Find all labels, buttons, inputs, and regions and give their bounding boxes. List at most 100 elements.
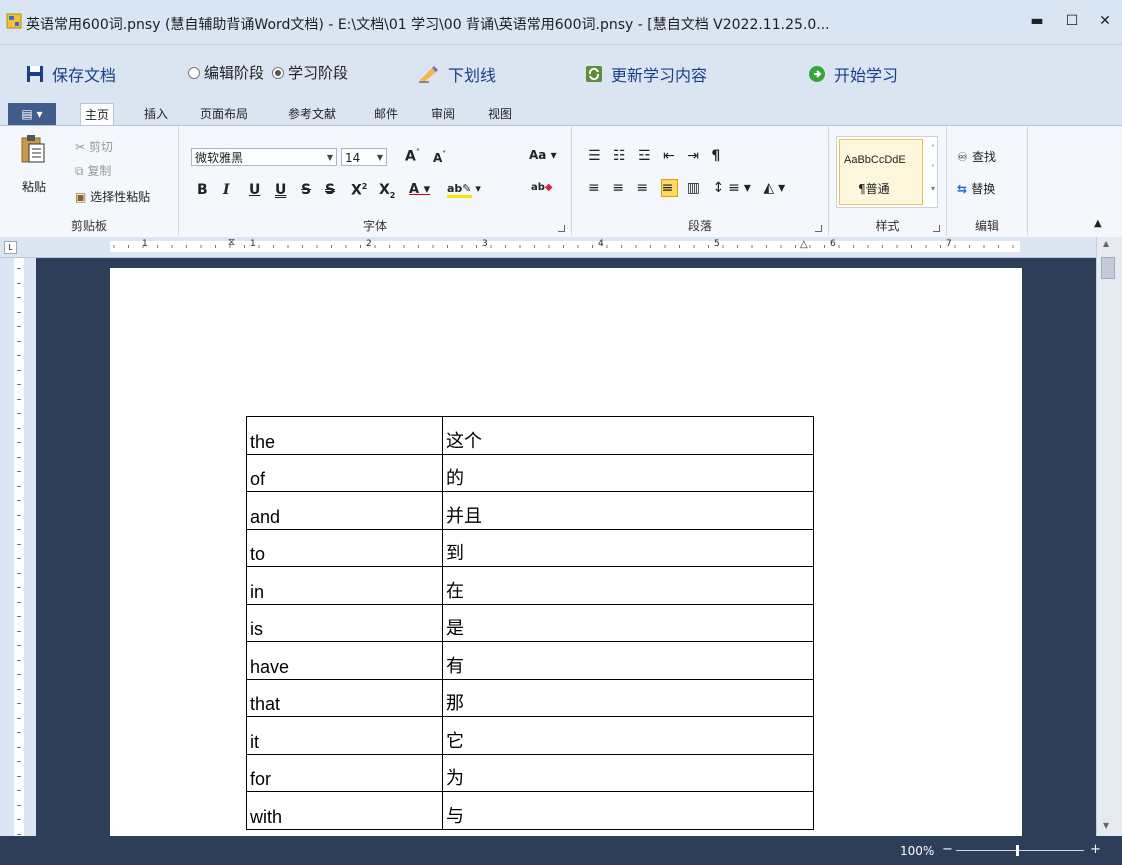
- paste-special-button[interactable]: ▣ 选择性粘贴: [75, 188, 150, 205]
- horizontal-ruler: L 1 1 2 3 4 5 6 7 ⧖ △: [0, 237, 1122, 258]
- italic-button[interactable]: I: [223, 182, 230, 198]
- ruler-mark: 4: [598, 239, 604, 249]
- find-button[interactable]: ♾ 查找: [957, 148, 996, 165]
- replace-button[interactable]: ⇆ 替换: [957, 180, 995, 197]
- double-strikethrough-button[interactable]: S: [325, 182, 335, 198]
- chinese-meaning-cell[interactable]: 这个: [442, 416, 814, 455]
- grow-font-button[interactable]: A˄: [405, 148, 420, 165]
- chinese-meaning-cell[interactable]: 的: [442, 453, 814, 492]
- save-icon: [27, 66, 43, 82]
- tab-mailings[interactable]: 邮件: [370, 103, 402, 125]
- word-table[interactable]: the 这个 of 的 and 并且 to 到 in 在 is 是 have 有 that 那 it 它 for 为 w…: [246, 416, 814, 830]
- align-buttons-row[interactable]: ≡ ≡ ≡ ≡ ▥ ↕≡▾ ◭▾: [588, 179, 790, 197]
- highlight-color-button[interactable]: ab✎ ▾: [447, 182, 481, 198]
- tab-selector[interactable]: L: [4, 241, 17, 254]
- bold-button[interactable]: B: [197, 182, 208, 198]
- shading-icon: ◭▾: [763, 180, 790, 196]
- scroll-thumb[interactable]: [1101, 257, 1115, 279]
- scroll-down-icon[interactable]: ▼: [1103, 821, 1109, 830]
- chinese-meaning-cell[interactable]: 那: [442, 678, 814, 717]
- superscript-button[interactable]: X2: [351, 182, 367, 199]
- font-name-select[interactable]: 微软雅黑 ▼: [191, 148, 337, 166]
- cut-button[interactable]: ✂ 剪切: [75, 138, 113, 155]
- change-case-button[interactable]: Aa ▾: [529, 148, 557, 162]
- font-dialog-launcher[interactable]: [558, 225, 565, 232]
- scroll-up-icon[interactable]: ▲: [1103, 239, 1109, 248]
- replace-label: 替换: [971, 182, 996, 196]
- right-indent-marker[interactable]: △: [800, 239, 808, 250]
- english-word-cell[interactable]: of: [246, 453, 443, 492]
- ruler-mark: 7: [946, 239, 952, 249]
- chinese-meaning-cell[interactable]: 它: [442, 716, 814, 755]
- close-button[interactable]: ✕: [1091, 10, 1119, 32]
- maximize-button[interactable]: ☐: [1058, 10, 1086, 32]
- tab-insert[interactable]: 插入: [140, 103, 172, 125]
- file-menu-button[interactable]: ▤ ▾: [8, 103, 56, 125]
- underline-format-button[interactable]: U: [249, 182, 260, 198]
- update-content-button[interactable]: 更新学习内容: [585, 62, 707, 86]
- english-word-cell[interactable]: for: [246, 753, 443, 792]
- styles-dialog-launcher[interactable]: [933, 225, 940, 232]
- stage-edit-radio[interactable]: [188, 66, 200, 79]
- chinese-meaning-cell[interactable]: 并且: [442, 491, 814, 530]
- zoom-in-button[interactable]: +: [1090, 842, 1101, 857]
- chinese-meaning-cell[interactable]: 是: [442, 603, 814, 642]
- paragraph-dialog-launcher[interactable]: [815, 225, 822, 232]
- style-normal[interactable]: AaBbCcDdE ¶普通: [839, 139, 923, 205]
- chinese-meaning-cell[interactable]: 到: [442, 528, 814, 567]
- list-buttons-row[interactable]: ☰ ☷ ☲ ⇤ ⇥ ¶: [588, 148, 724, 164]
- font-color-button[interactable]: A ▾: [409, 182, 430, 197]
- document-area: the 这个 of 的 and 并且 to 到 in 在 is 是 have 有 that 那 it 它 for 为 w…: [36, 258, 1096, 836]
- shrink-font-button[interactable]: A˅: [433, 150, 446, 165]
- save-document-button[interactable]: 保存文档: [26, 62, 116, 86]
- english-word-cell[interactable]: in: [246, 566, 443, 605]
- chinese-meaning-cell[interactable]: 在: [442, 566, 814, 605]
- subscript-button[interactable]: X2: [379, 182, 395, 200]
- chinese-meaning-cell[interactable]: 为: [442, 753, 814, 792]
- style-normal-label: ¶普通: [858, 182, 890, 196]
- zoom-slider-thumb[interactable]: [1016, 845, 1019, 856]
- paste-special-label: 选择性粘贴: [90, 190, 151, 204]
- start-learning-button[interactable]: 开始学习: [808, 62, 898, 86]
- stage-learn-radio[interactable]: [272, 66, 285, 79]
- chinese-meaning-cell[interactable]: 有: [442, 641, 814, 680]
- ruler-ticks: [113, 245, 1014, 248]
- english-word-cell[interactable]: have: [246, 641, 443, 680]
- minimize-button[interactable]: ▬: [1023, 10, 1051, 32]
- font-group-label: 字体: [362, 219, 387, 233]
- zoom-slider[interactable]: [956, 845, 1084, 856]
- style-gallery-scroll[interactable]: ˄ ˅ ▾: [931, 139, 935, 199]
- english-word-cell[interactable]: the: [246, 416, 443, 455]
- document-page[interactable]: the 这个 of 的 and 并且 to 到 in 在 is 是 have 有 that 那 it 它 for 为 w…: [110, 268, 1022, 836]
- strikethrough-button[interactable]: S: [301, 182, 311, 198]
- english-word-cell[interactable]: to: [246, 528, 443, 567]
- vertical-scrollbar[interactable]: ▲ ▼: [1096, 237, 1122, 836]
- font-name-value: 微软雅黑: [195, 151, 244, 165]
- tab-review[interactable]: 审阅: [427, 103, 459, 125]
- chinese-meaning-cell[interactable]: 与: [442, 791, 814, 830]
- zoom-out-button[interactable]: −: [942, 842, 953, 857]
- start-learning-label: 开始学习: [834, 66, 899, 85]
- ruler-mark: 2: [366, 239, 372, 249]
- indent-marker[interactable]: ⧖: [228, 237, 235, 248]
- english-word-cell[interactable]: it: [246, 716, 443, 755]
- copy-button[interactable]: ⧉ 复制: [75, 162, 111, 179]
- font-size-select[interactable]: 14 ▼: [341, 148, 387, 166]
- tab-home[interactable]: 主页: [80, 103, 115, 126]
- stage-learn-label: 学习阶段: [288, 64, 349, 82]
- tab-page-layout[interactable]: 页面布局: [196, 103, 252, 125]
- english-word-cell[interactable]: is: [246, 603, 443, 642]
- tab-view[interactable]: 视图: [484, 103, 516, 125]
- window-title: 英语常用600词.pnsy (慧自辅助背诵Word文档) - E:\文档\01 …: [26, 17, 830, 33]
- english-word-cell[interactable]: that: [246, 678, 443, 717]
- underline-button[interactable]: 下划线: [418, 62, 496, 86]
- english-word-cell[interactable]: and: [246, 491, 443, 530]
- english-word-cell[interactable]: with: [246, 791, 443, 830]
- tab-references[interactable]: 参考文献: [284, 103, 340, 125]
- stage-edit-label: 编辑阶段: [204, 64, 265, 82]
- collapse-ribbon-button[interactable]: ▲: [1094, 218, 1102, 229]
- double-underline-button[interactable]: U: [275, 182, 286, 198]
- clear-format-button[interactable]: ab◆: [531, 182, 553, 193]
- paste-button[interactable]: 粘贴: [22, 178, 46, 195]
- clipboard-group-label: 剪贴板: [70, 219, 107, 233]
